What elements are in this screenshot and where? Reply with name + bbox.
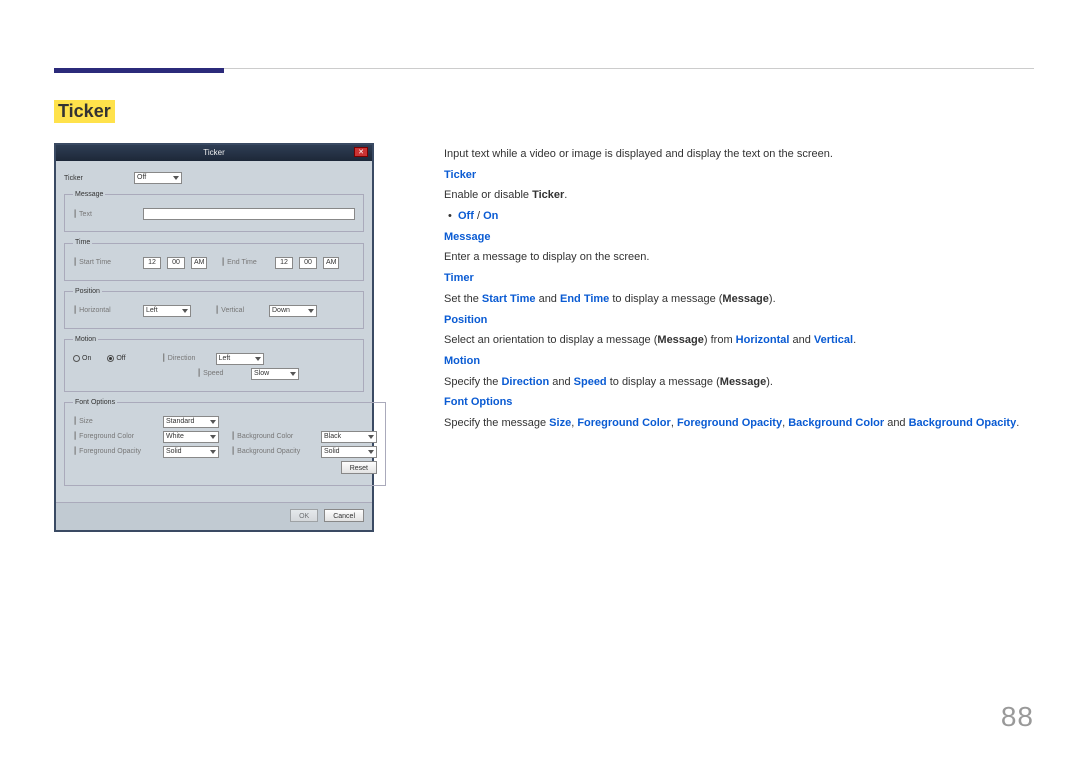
close-icon[interactable]: ✕ (354, 147, 368, 157)
end-min-input[interactable]: 00 (299, 257, 317, 269)
motion-group: Motion On Off ┃ Direction Left ┃ Speed S… (64, 335, 364, 392)
fg-color-select[interactable]: White (163, 431, 219, 443)
ok-button[interactable]: OK (290, 509, 318, 522)
accent-bar (54, 68, 224, 73)
fg-color-label: ┃ Foreground Color (73, 432, 157, 441)
speed-label: ┃ Speed (197, 369, 245, 378)
speed-select[interactable]: Slow (251, 368, 299, 380)
size-label: ┃ Size (73, 417, 157, 426)
bg-color-select[interactable]: Black (321, 431, 377, 443)
cancel-button[interactable]: Cancel (324, 509, 364, 522)
dialog-titlebar: Ticker ✕ (56, 145, 372, 161)
doc-ticker-options: Off / On (444, 207, 1019, 226)
start-hour-input[interactable]: 12 (143, 257, 161, 269)
dialog-title-text: Ticker (203, 148, 224, 157)
message-legend: Message (73, 190, 105, 199)
end-ampm-input[interactable]: AM (323, 257, 339, 269)
content-area: Ticker Ticker ✕ Ticker Off Message ┃ Tex… (54, 100, 1034, 532)
doc-motion-text: Specify the Direction and Speed to displ… (444, 373, 1019, 392)
ticker-select[interactable]: Off (134, 172, 182, 184)
motion-legend: Motion (73, 335, 98, 344)
vertical-select[interactable]: Down (269, 305, 317, 317)
doc-message-text: Enter a message to display on the screen… (444, 248, 1019, 267)
end-time-label: ┃ End Time (221, 258, 269, 267)
doc-position-heading: Position (444, 311, 1019, 330)
fg-opacity-label: ┃ Foreground Opacity (73, 447, 157, 456)
direction-label: ┃ Direction (162, 354, 210, 363)
message-text-label: ┃ Text (73, 210, 137, 219)
time-group: Time ┃ Start Time 12 00 AM ┃ End Time 12… (64, 238, 364, 280)
horizontal-label: ┃ Horizontal (73, 306, 137, 315)
position-group: Position ┃ Horizontal Left ┃ Vertical Do… (64, 287, 364, 329)
ticker-dialog: Ticker ✕ Ticker Off Message ┃ Text Time (54, 143, 374, 532)
size-select[interactable]: Standard (163, 416, 219, 428)
doc-intro: Input text while a video or image is dis… (444, 145, 1019, 164)
motion-on-radio[interactable]: On (73, 354, 91, 363)
start-time-label: ┃ Start Time (73, 258, 137, 267)
doc-fontopts-text: Specify the message Size, Foreground Col… (444, 414, 1019, 433)
start-min-input[interactable]: 00 (167, 257, 185, 269)
start-ampm-input[interactable]: AM (191, 257, 207, 269)
fg-opacity-select[interactable]: Solid (163, 446, 219, 458)
doc-column: Input text while a video or image is dis… (444, 143, 1019, 435)
time-legend: Time (73, 238, 92, 247)
doc-ticker-text: Enable or disable Ticker. (444, 186, 1019, 205)
position-legend: Position (73, 287, 102, 296)
fontopts-group: Font Options ┃ Size Standard ┃ Foregroun… (64, 398, 386, 486)
doc-ticker-heading: Ticker (444, 166, 1019, 185)
bg-color-label: ┃ Background Color (231, 432, 315, 441)
message-group: Message ┃ Text (64, 190, 364, 232)
reset-button[interactable]: Reset (341, 461, 377, 474)
doc-fontopts-heading: Font Options (444, 393, 1019, 412)
message-input[interactable] (143, 208, 355, 220)
doc-motion-heading: Motion (444, 352, 1019, 371)
section-title: Ticker (54, 100, 115, 123)
doc-position-text: Select an orientation to display a messa… (444, 331, 1019, 350)
bg-opacity-label: ┃ Background Opacity (231, 447, 315, 456)
horizontal-select[interactable]: Left (143, 305, 191, 317)
bg-opacity-select[interactable]: Solid (321, 446, 377, 458)
direction-select[interactable]: Left (216, 353, 264, 365)
vertical-label: ┃ Vertical (215, 306, 263, 315)
fontopts-legend: Font Options (73, 398, 117, 407)
page-number: 88 (1001, 701, 1034, 733)
doc-timer-text: Set the Start Time and End Time to displ… (444, 290, 1019, 309)
doc-timer-heading: Timer (444, 269, 1019, 288)
ticker-label: Ticker (64, 174, 128, 183)
motion-off-radio[interactable]: Off (107, 354, 125, 363)
end-hour-input[interactable]: 12 (275, 257, 293, 269)
doc-message-heading: Message (444, 228, 1019, 247)
